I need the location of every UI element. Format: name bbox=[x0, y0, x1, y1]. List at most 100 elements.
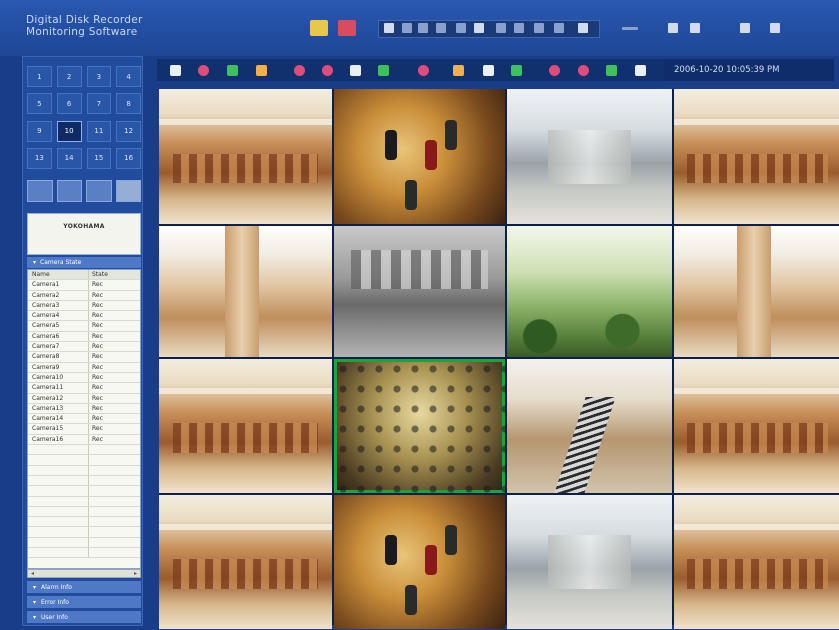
settings-icon[interactable] bbox=[578, 23, 588, 33]
table-row[interactable]: Camera4 Rec bbox=[28, 311, 140, 322]
table-row[interactable]: Camera1 Rec bbox=[28, 280, 140, 291]
camera-view-7[interactable] bbox=[507, 226, 672, 357]
camera-view-14[interactable] bbox=[334, 495, 505, 629]
channel-button-7[interactable]: 7 bbox=[86, 93, 112, 115]
alarm-bell-icon[interactable] bbox=[198, 65, 209, 76]
camera-view-15[interactable] bbox=[507, 495, 672, 629]
sensor-icon[interactable] bbox=[256, 65, 267, 76]
table-row[interactable]: Camera7 Rec bbox=[28, 342, 140, 353]
camera-status-icon[interactable] bbox=[170, 65, 181, 76]
camera-status-icon[interactable] bbox=[350, 65, 361, 76]
table-row[interactable]: Camera9 Rec bbox=[28, 362, 140, 373]
layout-3x3-button[interactable] bbox=[86, 180, 112, 202]
camera-view-6[interactable] bbox=[334, 226, 505, 357]
table-row[interactable]: Camera12 Rec bbox=[28, 393, 140, 404]
camera-view-5[interactable] bbox=[159, 226, 332, 357]
table-row[interactable]: Camera8 Rec bbox=[28, 352, 140, 363]
motion-icon[interactable] bbox=[511, 65, 522, 76]
alarm-bell-icon[interactable] bbox=[549, 65, 560, 76]
scroll-left-icon[interactable]: ◂ bbox=[28, 570, 37, 577]
alarm-bell-icon[interactable] bbox=[322, 65, 333, 76]
skip-forward-icon[interactable] bbox=[554, 23, 564, 33]
camera-view-8[interactable] bbox=[674, 226, 839, 357]
table-row[interactable]: Camera16 Rec bbox=[28, 434, 140, 446]
channel-button-16[interactable]: 16 bbox=[116, 147, 141, 169]
channel-button-11[interactable]: 11 bbox=[86, 120, 112, 142]
channel-button-15[interactable]: 15 bbox=[86, 147, 112, 169]
empty-row bbox=[28, 527, 140, 538]
step-forward-icon[interactable] bbox=[534, 23, 544, 33]
camera-view-9[interactable] bbox=[159, 359, 332, 493]
camera-view-13[interactable] bbox=[159, 495, 332, 629]
user-info-bar[interactable]: ▾ User Info bbox=[27, 611, 141, 623]
alarm-bell-icon[interactable] bbox=[294, 65, 305, 76]
table-row[interactable]: Camera11 Rec bbox=[28, 383, 140, 394]
alarm-info-bar[interactable]: ▾ Alarm Info bbox=[27, 581, 141, 593]
column-header-name[interactable]: Name bbox=[28, 270, 89, 280]
table-row[interactable]: Camera10 Rec bbox=[28, 372, 140, 384]
zoom-icon[interactable] bbox=[474, 23, 484, 33]
channel-button-9[interactable]: 9 bbox=[27, 120, 52, 142]
channel-button-3[interactable]: 3 bbox=[86, 66, 112, 87]
camera-view-12[interactable] bbox=[674, 359, 839, 493]
layout-4x4-button[interactable] bbox=[115, 180, 141, 202]
camera-view-2[interactable] bbox=[334, 89, 505, 224]
exit-icon[interactable] bbox=[770, 23, 780, 33]
channel-button-1[interactable]: 1 bbox=[27, 66, 52, 87]
layout-1x1-button[interactable] bbox=[27, 180, 53, 202]
error-info-bar[interactable]: ▾ Error Info bbox=[27, 596, 141, 608]
table-row[interactable]: Camera13 Rec bbox=[28, 403, 140, 415]
column-header-state[interactable]: State bbox=[89, 270, 140, 279]
channel-button-6[interactable]: 6 bbox=[56, 93, 82, 115]
alarm-reset-button[interactable] bbox=[338, 20, 356, 36]
rewind-icon[interactable] bbox=[418, 23, 428, 33]
camera-state: Rec bbox=[92, 353, 103, 361]
camera-view-4[interactable] bbox=[674, 89, 839, 224]
record-button[interactable] bbox=[310, 20, 328, 36]
alarm-bell-icon[interactable] bbox=[578, 65, 589, 76]
table-row[interactable]: Camera14 Rec bbox=[28, 414, 140, 425]
help-icon[interactable] bbox=[690, 23, 700, 33]
channel-button-8[interactable]: 8 bbox=[116, 93, 141, 115]
step-back-icon[interactable] bbox=[436, 23, 446, 33]
stop-icon[interactable] bbox=[456, 23, 466, 33]
empty-row bbox=[28, 506, 140, 518]
layout-2x2-button[interactable] bbox=[56, 180, 82, 202]
camera-status-icon[interactable] bbox=[483, 65, 494, 76]
list-icon[interactable] bbox=[668, 23, 678, 33]
camera-status-icon[interactable] bbox=[635, 65, 646, 76]
alarm-bell-icon[interactable] bbox=[418, 65, 429, 76]
camera-view-16[interactable] bbox=[674, 495, 839, 629]
channel-button-5[interactable]: 5 bbox=[27, 93, 52, 115]
camera-view-10[interactable] bbox=[334, 359, 505, 493]
table-row[interactable]: Camera5 Rec bbox=[28, 321, 140, 332]
motion-icon[interactable] bbox=[378, 65, 389, 76]
horizontal-scrollbar[interactable]: ◂ ▸ bbox=[27, 569, 141, 578]
printer-icon[interactable] bbox=[740, 23, 750, 33]
channel-button-10[interactable]: 10 bbox=[56, 120, 82, 142]
motion-icon[interactable] bbox=[227, 65, 238, 76]
camera-select-icon[interactable] bbox=[384, 23, 394, 33]
table-row[interactable]: Camera2 Rec bbox=[28, 290, 140, 301]
play-icon[interactable] bbox=[496, 23, 506, 33]
channel-button-2[interactable]: 2 bbox=[56, 66, 82, 87]
camera-state-header[interactable]: ▾ Camera State bbox=[27, 257, 141, 268]
sensor-icon[interactable] bbox=[453, 65, 464, 76]
camera-name: Camera6 bbox=[28, 331, 89, 342]
channel-button-13[interactable]: 13 bbox=[27, 147, 52, 169]
camera-view-11[interactable] bbox=[507, 359, 672, 493]
skip-back-icon[interactable] bbox=[402, 23, 412, 33]
channel-button-12[interactable]: 12 bbox=[116, 120, 141, 142]
scroll-right-icon[interactable]: ▸ bbox=[131, 570, 140, 577]
camera-state: Rec bbox=[92, 281, 103, 289]
minimize-icon[interactable] bbox=[622, 27, 638, 30]
table-row[interactable]: Camera3 Rec bbox=[28, 300, 140, 312]
table-row[interactable]: Camera6 Rec bbox=[28, 331, 140, 343]
channel-button-14[interactable]: 14 bbox=[56, 147, 82, 169]
channel-button-4[interactable]: 4 bbox=[116, 66, 141, 87]
table-row[interactable]: Camera15 Rec bbox=[28, 424, 140, 435]
motion-icon[interactable] bbox=[606, 65, 617, 76]
fast-forward-icon[interactable] bbox=[514, 23, 524, 33]
camera-view-1[interactable] bbox=[159, 89, 332, 224]
camera-view-3[interactable] bbox=[507, 89, 672, 224]
